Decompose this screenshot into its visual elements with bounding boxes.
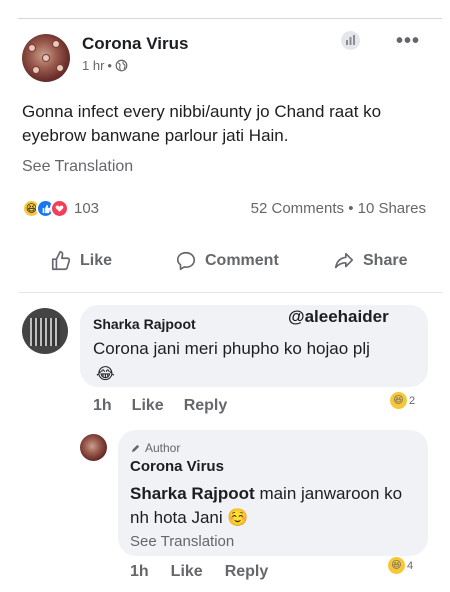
author-badge: Author — [130, 441, 180, 455]
thumbs-up-icon — [51, 251, 71, 271]
like-button-label: Like — [80, 252, 113, 269]
comment-time[interactable]: 1h — [93, 397, 112, 415]
reply-time[interactable]: 1h — [130, 563, 149, 581]
reply-see-translation-link[interactable]: See Translation — [130, 533, 234, 550]
comment-actions: 1h Like Reply — [93, 397, 227, 415]
reaction-summary[interactable]: 😆 103 — [22, 199, 99, 218]
smiling-emoji: ☺️ — [227, 508, 249, 527]
post-author-avatar[interactable] — [22, 34, 70, 82]
reply-author-avatar[interactable] — [80, 434, 107, 461]
reply-reaction-number: 4 — [407, 559, 414, 572]
post-text: Gonna infect every nibbi/aunty jo Chand … — [22, 102, 382, 145]
watermark-text: @aleehaider — [288, 307, 389, 326]
reply-actions: 1h Like Reply — [130, 563, 268, 581]
post-time[interactable]: 1 hr — [82, 58, 104, 73]
reply-text: Sharka Rajpoot main janwaroon ko nh hota… — [130, 482, 420, 530]
comment-button-label: Comment — [205, 252, 279, 269]
commenter-avatar[interactable] — [22, 308, 68, 354]
comments-shares-count[interactable]: 52 Comments • 10 Shares — [251, 200, 426, 217]
share-button[interactable]: Share — [333, 250, 407, 272]
like-button[interactable]: Like — [50, 250, 112, 272]
laughing-emoji: 😂 — [96, 366, 115, 383]
comment-button[interactable]: Comment — [175, 250, 279, 272]
mention-link[interactable]: Sharka Rajpoot — [130, 484, 255, 503]
meta-separator: • — [107, 58, 112, 73]
see-translation-link[interactable]: See Translation — [22, 158, 133, 176]
author-badge-label: Author — [145, 441, 181, 455]
comment-reply-button[interactable]: Reply — [184, 397, 228, 415]
reply-like-button[interactable]: Like — [171, 563, 203, 581]
comment-like-button[interactable]: Like — [132, 397, 164, 415]
reaction-count: 103 — [74, 200, 100, 217]
globe-icon — [115, 59, 128, 72]
comment-icon — [176, 251, 196, 271]
haha-reaction-icon: 😆 — [388, 557, 405, 574]
haha-reaction-icon: 😆 — [390, 392, 407, 409]
pencil-icon — [131, 444, 140, 452]
stats-icon[interactable] — [341, 31, 360, 50]
love-reaction-icon — [50, 199, 69, 218]
reply-reaction-count[interactable]: 😆 4 — [388, 557, 413, 574]
commenter-name[interactable]: Sharka Rajpoot — [93, 316, 196, 332]
post-meta: 1 hr • — [82, 58, 128, 73]
comment-reaction-number: 2 — [409, 394, 416, 407]
share-button-label: Share — [363, 252, 408, 269]
top-divider — [18, 18, 442, 19]
comment-text: Corona jani meri phupho ko hojao plj — [93, 339, 370, 358]
comment-reaction-count[interactable]: 😆 2 — [390, 392, 415, 409]
reply-reply-button[interactable]: Reply — [225, 563, 269, 581]
more-options-icon[interactable]: ••• — [396, 30, 420, 53]
post-author-name[interactable]: Corona Virus — [82, 34, 188, 54]
reply-author-name[interactable]: Corona Virus — [130, 458, 224, 475]
share-icon — [334, 252, 354, 269]
action-divider — [18, 292, 442, 293]
